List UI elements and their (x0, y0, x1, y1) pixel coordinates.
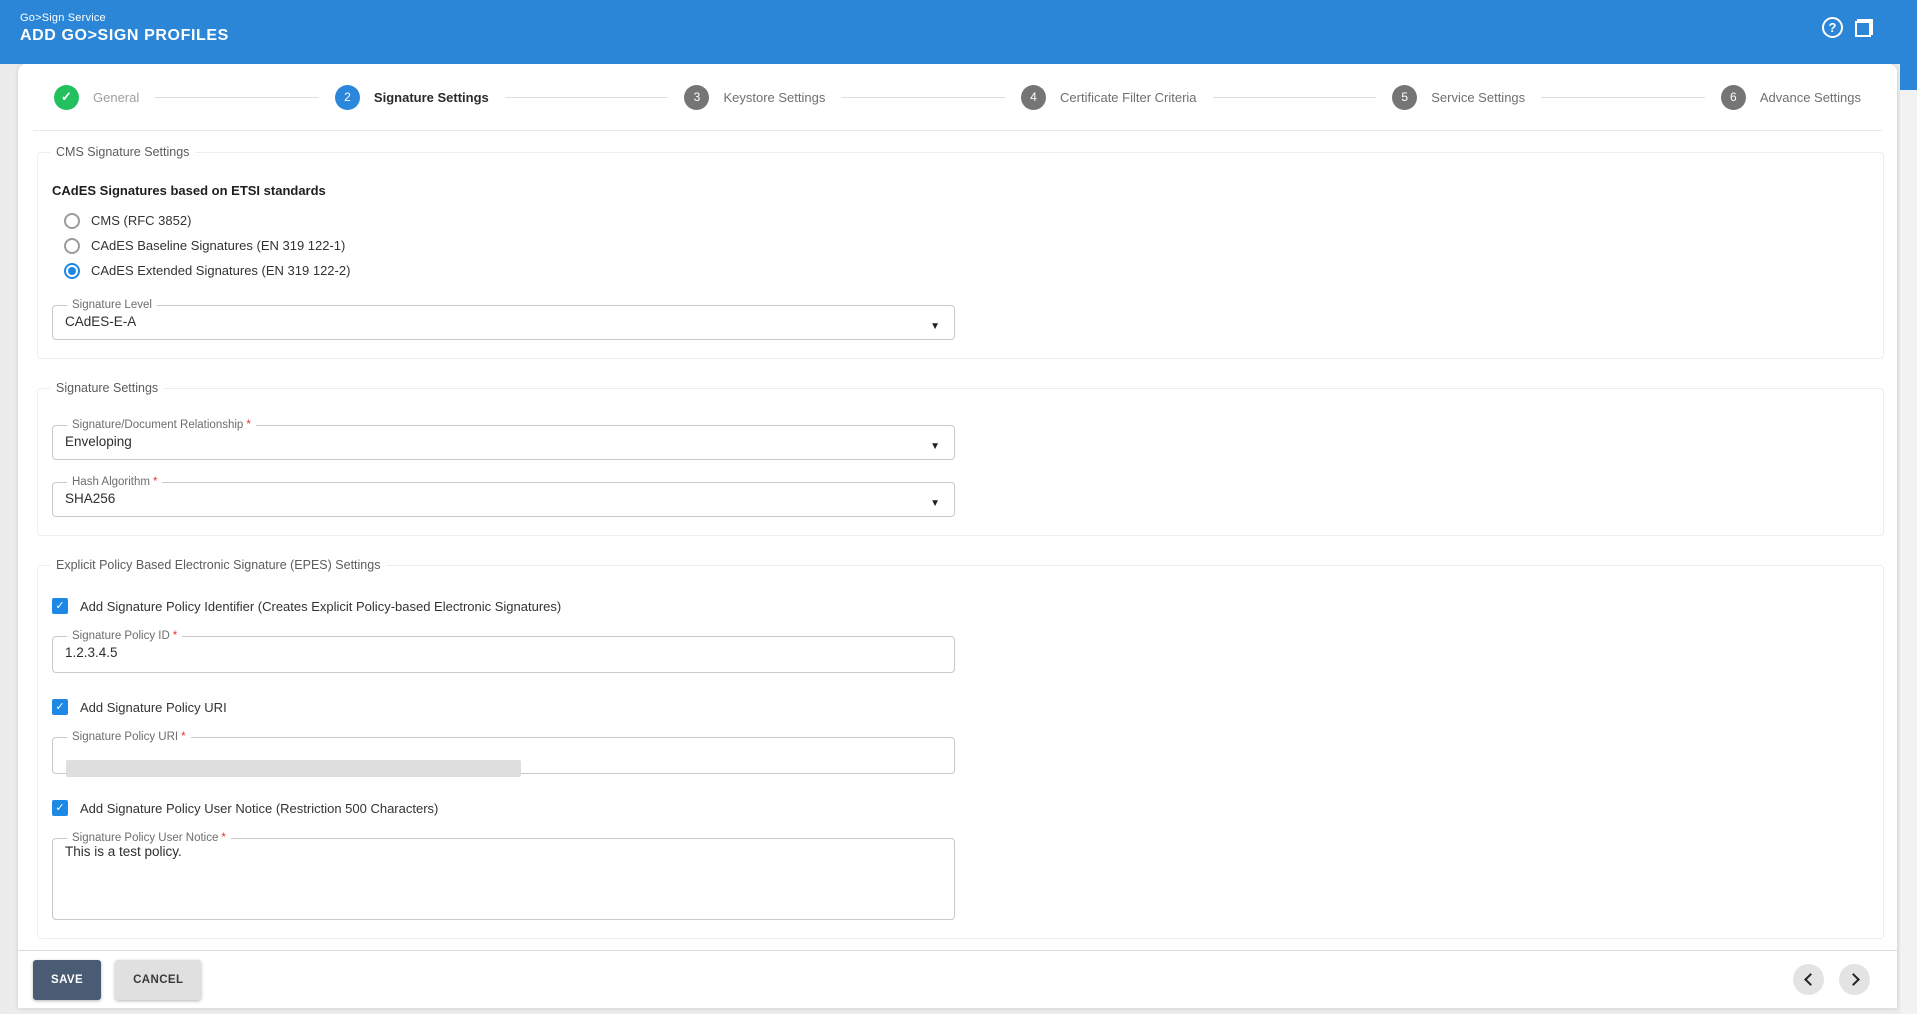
step-label: Certificate Filter Criteria (1060, 89, 1197, 105)
step-number-badge: 5 (1392, 84, 1418, 110)
step-number-badge: 2 (334, 84, 360, 110)
radio-label: CAdES Extended Signatures (EN 319 122-2) (91, 263, 351, 278)
previous-step-button[interactable] (1793, 964, 1824, 995)
checkbox-label: Add Signature Policy User Notice (Restri… (80, 800, 439, 816)
check-icon (54, 84, 79, 110)
radio-checked-icon[interactable] (64, 262, 80, 279)
radio-unchecked-icon[interactable] (64, 237, 80, 254)
chevron-down-icon[interactable] (930, 498, 940, 509)
step-label: General (93, 89, 140, 105)
stepper-step-certificate-filter[interactable]: 4 Certificate Filter Criteria (1021, 84, 1197, 110)
signature-policy-user-notice-textarea[interactable]: This is a test policy. (65, 844, 942, 908)
step-connector (155, 96, 319, 98)
wizard-stepper: General 2 Signature Settings 3 Keystore … (18, 64, 1897, 130)
radio-group-heading: CAdES Signatures based on ETSI standards (52, 183, 326, 198)
vertical-scrollbar[interactable] (1900, 0, 1917, 1014)
step-number-badge: 3 (684, 84, 710, 110)
radio-cades-baseline[interactable]: CAdES Baseline Signatures (EN 319 122-1) (64, 233, 1869, 258)
help-icon[interactable] (1822, 17, 1843, 38)
stepper-step-service-settings[interactable]: 5 Service Settings (1392, 84, 1526, 110)
step-label: Keystore Settings (723, 89, 826, 105)
header-icons (1822, 17, 1873, 38)
cms-signature-settings-group: CMS Signature Settings CAdES Signatures … (37, 145, 1884, 359)
footer-actions: SAVE CANCEL (18, 951, 1897, 1008)
cancel-button[interactable]: CANCEL (115, 959, 202, 1000)
signature-policy-user-notice-field[interactable]: Signature Policy User Notice * This is a … (52, 832, 955, 920)
policy-identifier-checkbox-row[interactable]: Add Signature Policy Identifier (Creates… (52, 598, 1869, 614)
step-label: Advance Settings (1759, 89, 1862, 105)
required-asterisk: * (172, 630, 178, 642)
field-label: Hash Algorithm (72, 476, 150, 488)
signature-policy-uri-field[interactable]: Signature Policy URI * (52, 731, 955, 777)
stepper-step-signature-settings[interactable]: 2 Signature Settings (334, 84, 489, 110)
app-header: Go>Sign Service ADD GO>SIGN PROFILES (0, 0, 1917, 64)
required-asterisk: * (152, 476, 158, 488)
epes-settings-group: Explicit Policy Based Electronic Signatu… (37, 558, 1884, 939)
group-legend: Signature Settings (56, 381, 159, 395)
signature-policy-id-field[interactable]: Signature Policy ID * (52, 630, 955, 673)
group-legend: CMS Signature Settings (56, 145, 190, 159)
radio-cms-rfc3852[interactable]: CMS (RFC 3852) (64, 208, 1869, 233)
field-label: Signature Policy User Notice (72, 832, 219, 844)
group-legend: Explicit Policy Based Electronic Signatu… (56, 558, 381, 572)
chevron-down-icon[interactable] (930, 321, 940, 332)
save-button[interactable]: SAVE (33, 959, 102, 1000)
app-name: Go>Sign Service (20, 12, 106, 24)
chevron-right-icon (1846, 973, 1860, 986)
selected-value: Enveloping (65, 434, 132, 449)
step-connector (504, 96, 669, 98)
step-number-badge: 4 (1021, 84, 1047, 110)
redacted-value (66, 760, 521, 777)
signature-policy-id-input[interactable] (65, 642, 942, 660)
header-titles: Go>Sign Service ADD GO>SIGN PROFILES (20, 10, 229, 45)
step-label: Service Settings (1431, 89, 1526, 105)
step-label: Signature Settings (373, 89, 489, 105)
step-connector (1541, 96, 1705, 98)
signature-settings-group: Signature Settings Signature/Document Re… (37, 381, 1884, 536)
radio-label: CMS (RFC 3852) (91, 213, 192, 228)
page-title: ADD GO>SIGN PROFILES (20, 27, 229, 44)
radio-label: CAdES Baseline Signatures (EN 319 122-1) (91, 238, 346, 253)
step-number-badge: 6 (1720, 84, 1746, 110)
next-step-button[interactable] (1839, 964, 1870, 995)
signature-level-select[interactable]: Signature Level CAdES-E-A (52, 299, 955, 340)
chevron-down-icon[interactable] (930, 441, 940, 452)
signature-document-relationship-select[interactable]: Signature/Document Relationship * Envelop… (52, 419, 955, 460)
policy-uri-checkbox-row[interactable]: Add Signature Policy URI (52, 699, 1869, 715)
field-label: Signature Policy ID (72, 630, 170, 642)
hash-algorithm-select[interactable]: Hash Algorithm * SHA256 (52, 476, 955, 517)
field-label: Signature/Document Relationship (72, 419, 244, 431)
field-label: Signature Policy URI (72, 731, 179, 743)
selected-value: SHA256 (65, 491, 116, 506)
radio-cades-extended[interactable]: CAdES Extended Signatures (EN 319 122-2) (64, 258, 1869, 283)
checkbox-checked-icon[interactable] (52, 699, 68, 715)
step-content: CMS Signature Settings CAdES Signatures … (18, 131, 1897, 950)
required-asterisk: * (246, 419, 251, 431)
step-navigation (1793, 964, 1885, 995)
signature-policy-uri-input[interactable] (65, 743, 942, 761)
required-asterisk: * (181, 731, 186, 743)
checkbox-label: Add Signature Policy Identifier (Creates… (80, 598, 562, 614)
scrollbar-thumb[interactable] (1900, 0, 1917, 90)
radio-unchecked-icon[interactable] (64, 212, 80, 229)
step-connector (1212, 96, 1377, 98)
required-asterisk: * (221, 832, 226, 844)
profile-wizard-card: General 2 Signature Settings 3 Keystore … (18, 64, 1897, 1008)
stepper-step-advance-settings[interactable]: 6 Advance Settings (1720, 84, 1862, 110)
policy-user-notice-checkbox-row[interactable]: Add Signature Policy User Notice (Restri… (52, 800, 1869, 816)
stepper-step-general[interactable]: General (54, 84, 140, 110)
stepper-step-keystore-settings[interactable]: 3 Keystore Settings (684, 84, 826, 110)
copy-pages-icon[interactable] (1855, 18, 1873, 37)
checkbox-label: Add Signature Policy URI (80, 699, 227, 715)
step-connector (841, 96, 1006, 98)
field-label: Signature Level (72, 299, 152, 311)
checkbox-checked-icon[interactable] (52, 800, 68, 816)
selected-value: CAdES-E-A (65, 314, 137, 329)
chevron-left-icon (1803, 973, 1817, 986)
checkbox-checked-icon[interactable] (52, 598, 68, 614)
